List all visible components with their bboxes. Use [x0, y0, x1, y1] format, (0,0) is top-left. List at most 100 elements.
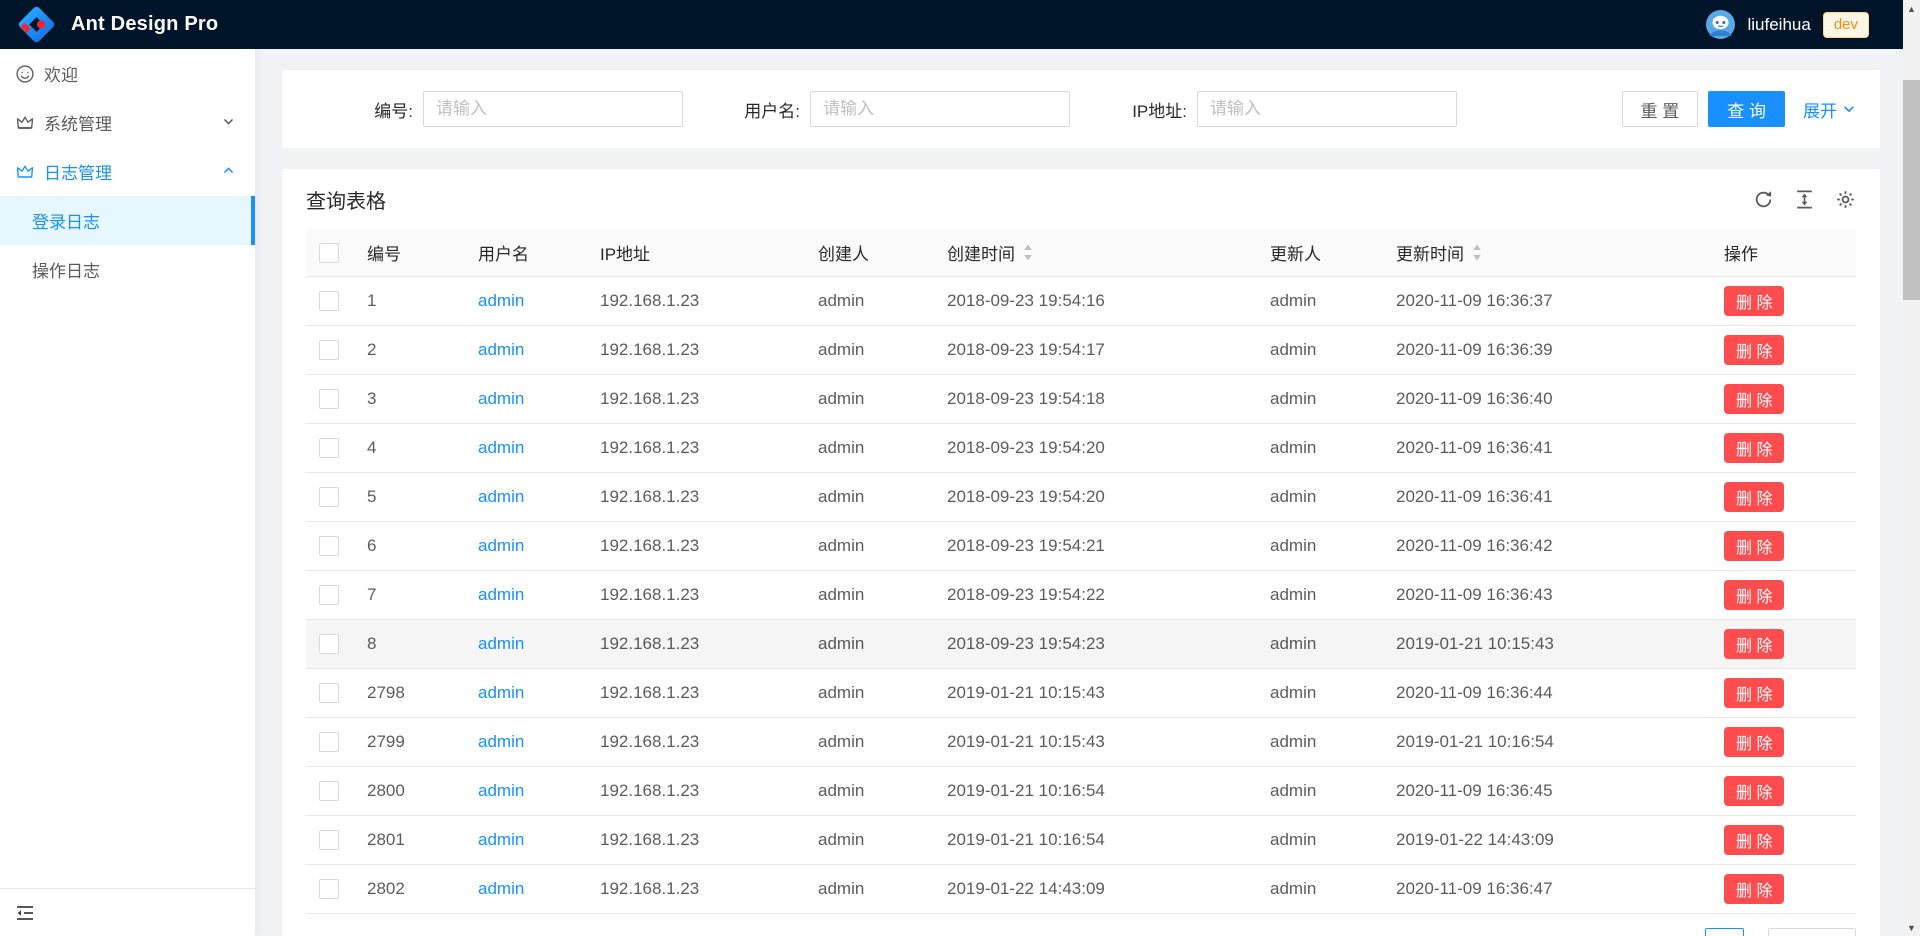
sidebar-item-log-management[interactable]: 日志管理 [0, 147, 255, 196]
scroll-down-arrow-icon[interactable]: ▼ [1903, 919, 1920, 936]
sidebar-collapse-trigger[interactable] [0, 888, 255, 936]
user-name[interactable]: liufeihua [1747, 15, 1810, 35]
delete-button[interactable]: 删 除 [1724, 678, 1784, 708]
cell-created-time: 2018-09-23 19:54:17 [931, 325, 1254, 374]
cell-checkbox [306, 276, 351, 325]
delete-button[interactable]: 删 除 [1724, 825, 1784, 855]
table-row: 1admin192.168.1.23admin2018-09-23 19:54:… [306, 276, 1856, 325]
row-checkbox[interactable] [319, 634, 339, 654]
cell-checkbox [306, 717, 351, 766]
cell-ip: 192.168.1.23 [584, 374, 802, 423]
row-checkbox[interactable] [319, 781, 339, 801]
pagination [306, 928, 1856, 936]
env-tag: dev [1823, 12, 1869, 38]
row-checkbox[interactable] [319, 879, 339, 899]
delete-button[interactable]: 删 除 [1724, 580, 1784, 610]
sidebar-item-system-management[interactable]: 系统管理 [0, 98, 255, 147]
cell-created-time: 2018-09-23 19:54:22 [931, 570, 1254, 619]
sidebar-item-operation-log[interactable]: 操作日志 [0, 245, 255, 294]
cell-creator: admin [802, 864, 931, 913]
sidebar: 欢迎 系统管理 日志管理 登录日志 操作日志 [0, 49, 255, 936]
username-link[interactable]: admin [478, 487, 524, 506]
cell-created-time: 2019-01-22 14:43:09 [931, 864, 1254, 913]
cell-ip: 192.168.1.23 [584, 423, 802, 472]
delete-button[interactable]: 删 除 [1724, 874, 1784, 904]
username-link[interactable]: admin [478, 683, 524, 702]
pagination-page-button[interactable] [1705, 928, 1744, 936]
row-checkbox[interactable] [319, 487, 339, 507]
delete-button[interactable]: 删 除 [1724, 531, 1784, 561]
row-checkbox[interactable] [319, 389, 339, 409]
username-link[interactable]: admin [478, 781, 524, 800]
cell-creator: admin [802, 325, 931, 374]
row-checkbox[interactable] [319, 340, 339, 360]
delete-button[interactable]: 删 除 [1724, 384, 1784, 414]
page-scrollbar[interactable]: ▲ ▼ [1903, 0, 1920, 936]
username-link[interactable]: admin [478, 291, 524, 310]
row-checkbox[interactable] [319, 291, 339, 311]
cell-updated-time: 2019-01-21 10:15:43 [1380, 619, 1708, 668]
username-link[interactable]: admin [478, 830, 524, 849]
chevron-up-icon [222, 162, 235, 182]
scrollbar-thumb[interactable] [1903, 80, 1920, 300]
logo-area[interactable]: Ant Design Pro [17, 5, 218, 44]
ip-input[interactable] [1197, 91, 1457, 127]
query-button[interactable]: 查 询 [1708, 91, 1785, 127]
column-header-updated: 更新时间 [1396, 240, 1464, 265]
username-link[interactable]: admin [478, 634, 524, 653]
cell-created-time: 2018-09-23 19:54:20 [931, 472, 1254, 521]
username-label: 用户名: [744, 97, 800, 122]
crown-icon [15, 113, 35, 133]
delete-button[interactable]: 删 除 [1724, 433, 1784, 463]
sort-caret-updated[interactable] [1472, 243, 1482, 262]
username-link[interactable]: admin [478, 340, 524, 359]
username-link[interactable]: admin [478, 585, 524, 604]
cell-checkbox [306, 423, 351, 472]
table-row: 2admin192.168.1.23admin2018-09-23 19:54:… [306, 325, 1856, 374]
delete-button[interactable]: 删 除 [1724, 335, 1784, 365]
row-checkbox[interactable] [319, 438, 339, 458]
row-checkbox[interactable] [319, 830, 339, 850]
row-checkbox[interactable] [319, 585, 339, 605]
app-title: Ant Design Pro [71, 13, 218, 36]
cell-action: 删 除 [1708, 864, 1856, 913]
delete-button[interactable]: 删 除 [1724, 629, 1784, 659]
username-link[interactable]: admin [478, 438, 524, 457]
select-all-checkbox[interactable] [319, 243, 339, 263]
username-input[interactable] [810, 91, 1070, 127]
page-size-select[interactable] [1768, 928, 1856, 936]
id-input[interactable] [423, 91, 683, 127]
sort-caret-created[interactable] [1023, 243, 1033, 262]
expand-link[interactable]: 展开 [1803, 97, 1856, 122]
username-link[interactable]: admin [478, 732, 524, 751]
sidebar-item-welcome[interactable]: 欢迎 [0, 49, 255, 98]
column-height-icon[interactable] [1794, 189, 1815, 210]
cell-id: 2798 [351, 668, 462, 717]
scroll-up-arrow-icon[interactable]: ▲ [1903, 0, 1920, 17]
row-checkbox[interactable] [319, 683, 339, 703]
cell-updated-time: 2020-11-09 16:36:45 [1380, 766, 1708, 815]
username-link[interactable]: admin [478, 879, 524, 898]
reset-button[interactable]: 重 置 [1622, 91, 1699, 127]
row-checkbox[interactable] [319, 732, 339, 752]
username-link[interactable]: admin [478, 389, 524, 408]
cell-updated-time: 2020-11-09 16:36:47 [1380, 864, 1708, 913]
cell-created-time: 2018-09-23 19:54:20 [931, 423, 1254, 472]
cell-creator: admin [802, 717, 931, 766]
table-row: 3admin192.168.1.23admin2018-09-23 19:54:… [306, 374, 1856, 423]
cell-checkbox [306, 325, 351, 374]
delete-button[interactable]: 删 除 [1724, 776, 1784, 806]
user-avatar[interactable] [1706, 10, 1735, 39]
reload-icon[interactable] [1753, 189, 1774, 210]
sidebar-item-login-log[interactable]: 登录日志 [0, 196, 255, 245]
row-checkbox[interactable] [319, 536, 339, 556]
cell-creator: admin [802, 276, 931, 325]
cell-id: 2801 [351, 815, 462, 864]
settings-gear-icon[interactable] [1835, 189, 1856, 210]
delete-button[interactable]: 删 除 [1724, 727, 1784, 757]
delete-button[interactable]: 删 除 [1724, 286, 1784, 316]
cell-username: admin [462, 619, 584, 668]
username-link[interactable]: admin [478, 536, 524, 555]
delete-button[interactable]: 删 除 [1724, 482, 1784, 512]
table-row: 4admin192.168.1.23admin2018-09-23 19:54:… [306, 423, 1856, 472]
